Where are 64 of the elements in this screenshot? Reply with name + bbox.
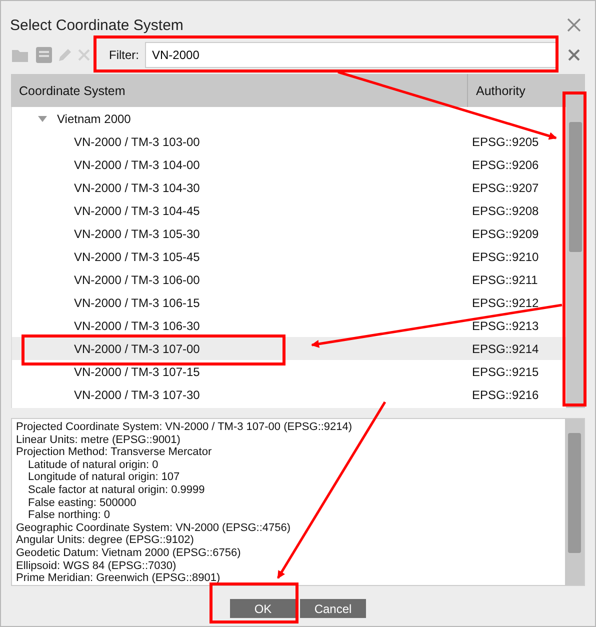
ok-button[interactable]: OK bbox=[230, 599, 296, 618]
table-cell-text: VN-2000 / TM-3 103-00 bbox=[73, 134, 201, 148]
table-cell-text: VN-2000 / TM-3 105-30 bbox=[73, 226, 201, 240]
table-cell-text: EPSG::9205 bbox=[471, 134, 540, 148]
detail-line: Latitude of natural origin: 0 bbox=[27, 458, 160, 472]
detail-line: Projection Method: Transverse Mercator bbox=[16, 446, 213, 459]
tree-row[interactable]: VN-2000 / TM-3 107-00 EPSG::9214 bbox=[12, 337, 566, 360]
table-cell-text: VN-2000 / TM-3 105-45 bbox=[73, 250, 201, 264]
detail-line: Linear Units: metre (EPSG::9001) bbox=[16, 434, 182, 446]
table-cell-text: EPSG::9212 bbox=[471, 296, 540, 310]
table-cell-text: EPSG::9215 bbox=[471, 364, 540, 378]
detail-line: Geodetic Datum: Vietnam 2000 (EPSG::6756) bbox=[16, 546, 242, 560]
table-cell-text: EPSG::9207 bbox=[471, 180, 540, 194]
table-cell-text: EPSG::9209 bbox=[471, 226, 540, 240]
column-header[interactable]: Authority bbox=[468, 74, 566, 107]
table-cell-text: VN-2000 / TM-3 106-30 bbox=[73, 318, 201, 332]
detail-line: Angular Units: degree (EPSG::9102) bbox=[16, 534, 195, 547]
detail-line: Geographic Coordinate System: VN-2000 (EPSG::4756) bbox=[16, 522, 292, 534]
detail-line: False easting: 500000 bbox=[27, 496, 138, 510]
table-cell-text: VN-2000 / TM-3 107-15 bbox=[73, 364, 201, 378]
column-header[interactable]: Coordinate System bbox=[11, 74, 468, 107]
tree-group-label[interactable]: Vietnam 2000 bbox=[57, 112, 131, 126]
detail-line: Longitude of natural origin: 107 bbox=[27, 471, 181, 484]
cancel-button[interactable]: Cancel bbox=[300, 599, 366, 618]
scrollbar[interactable] bbox=[565, 419, 584, 585]
detail-line: Ellipsoid: WGS 84 (EPSG::7030) bbox=[16, 560, 178, 572]
clear-filter-icon[interactable] bbox=[568, 49, 580, 61]
table-cell-text: VN-2000 / TM-3 104-00 bbox=[73, 158, 201, 172]
tree-row[interactable]: VN-2000 / TM-3 103-00 EPSG::9205 bbox=[12, 130, 566, 153]
caret-icon[interactable] bbox=[38, 116, 47, 122]
table-cell-text: VN-2000 / TM-3 107-00 bbox=[73, 342, 201, 356]
table-cell-text: VN-2000 / TM-3 104-30 bbox=[73, 180, 201, 194]
table-cell-text: EPSG::9214 bbox=[471, 342, 540, 356]
detail-line: Scale factor at natural origin: 0.9999 bbox=[27, 484, 206, 497]
detail-line: False northing: 0 bbox=[27, 509, 111, 522]
folder-icon[interactable] bbox=[12, 48, 30, 62]
tree-row[interactable]: VN-2000 / TM-3 106-15 EPSG::9212 bbox=[12, 291, 566, 314]
scrollbar[interactable] bbox=[566, 74, 585, 408]
tree-row[interactable]: VN-2000 / TM-3 106-00 EPSG::9211 bbox=[12, 268, 566, 291]
table-cell-text: VN-2000 / TM-3 107-30 bbox=[73, 388, 201, 402]
tree-row[interactable]: VN-2000 / TM-3 107-15 EPSG::9215 bbox=[12, 360, 566, 383]
tree-row[interactable]: VN-2000 / TM-3 104-30 EPSG::9207 bbox=[12, 176, 566, 199]
table-cell-text: VN-2000 / TM-3 106-00 bbox=[73, 272, 201, 286]
detail-line: Projected Coordinate System: VN-2000 / TM-3 107-00 (EPSG::9214) bbox=[16, 421, 354, 434]
pencil-icon[interactable] bbox=[58, 48, 72, 62]
table-cell-text: EPSG::9208 bbox=[471, 204, 540, 218]
close-icon[interactable] bbox=[567, 18, 581, 32]
table-cell-text: EPSG::9211 bbox=[471, 272, 539, 286]
detail-line: Prime Meridian: Greenwich (EPSG::8901) bbox=[16, 572, 222, 585]
table-cell-text: EPSG::9216 bbox=[471, 388, 540, 402]
tree-row[interactable]: VN-2000 / TM-3 105-45 EPSG::9210 bbox=[12, 245, 566, 268]
table-cell-text: EPSG::9213 bbox=[471, 318, 540, 332]
tree-row[interactable]: VN-2000 / TM-3 107-30 EPSG::9216 bbox=[12, 383, 566, 406]
table-cell-text: EPSG::9210 bbox=[471, 250, 540, 264]
table-cell-text: VN-2000 / TM-3 104-45 bbox=[73, 204, 201, 218]
tree-row[interactable]: VN-2000 / TM-3 106-30 EPSG::9213 bbox=[12, 314, 566, 337]
save-icon[interactable] bbox=[36, 47, 52, 63]
tree-row[interactable]: VN-2000 / TM-3 105-30 EPSG::9209 bbox=[12, 222, 566, 245]
tree-row[interactable]: VN-2000 / TM-3 104-45 EPSG::9208 bbox=[12, 199, 566, 222]
table-cell-text: VN-2000 / TM-3 106-15 bbox=[73, 296, 201, 310]
window-title: Select Coordinate System bbox=[10, 16, 184, 34]
tree-row[interactable]: VN-2000 / TM-3 104-00 EPSG::9206 bbox=[12, 153, 566, 176]
delete-icon[interactable] bbox=[78, 49, 90, 61]
table-cell-text: EPSG::9206 bbox=[471, 158, 540, 172]
